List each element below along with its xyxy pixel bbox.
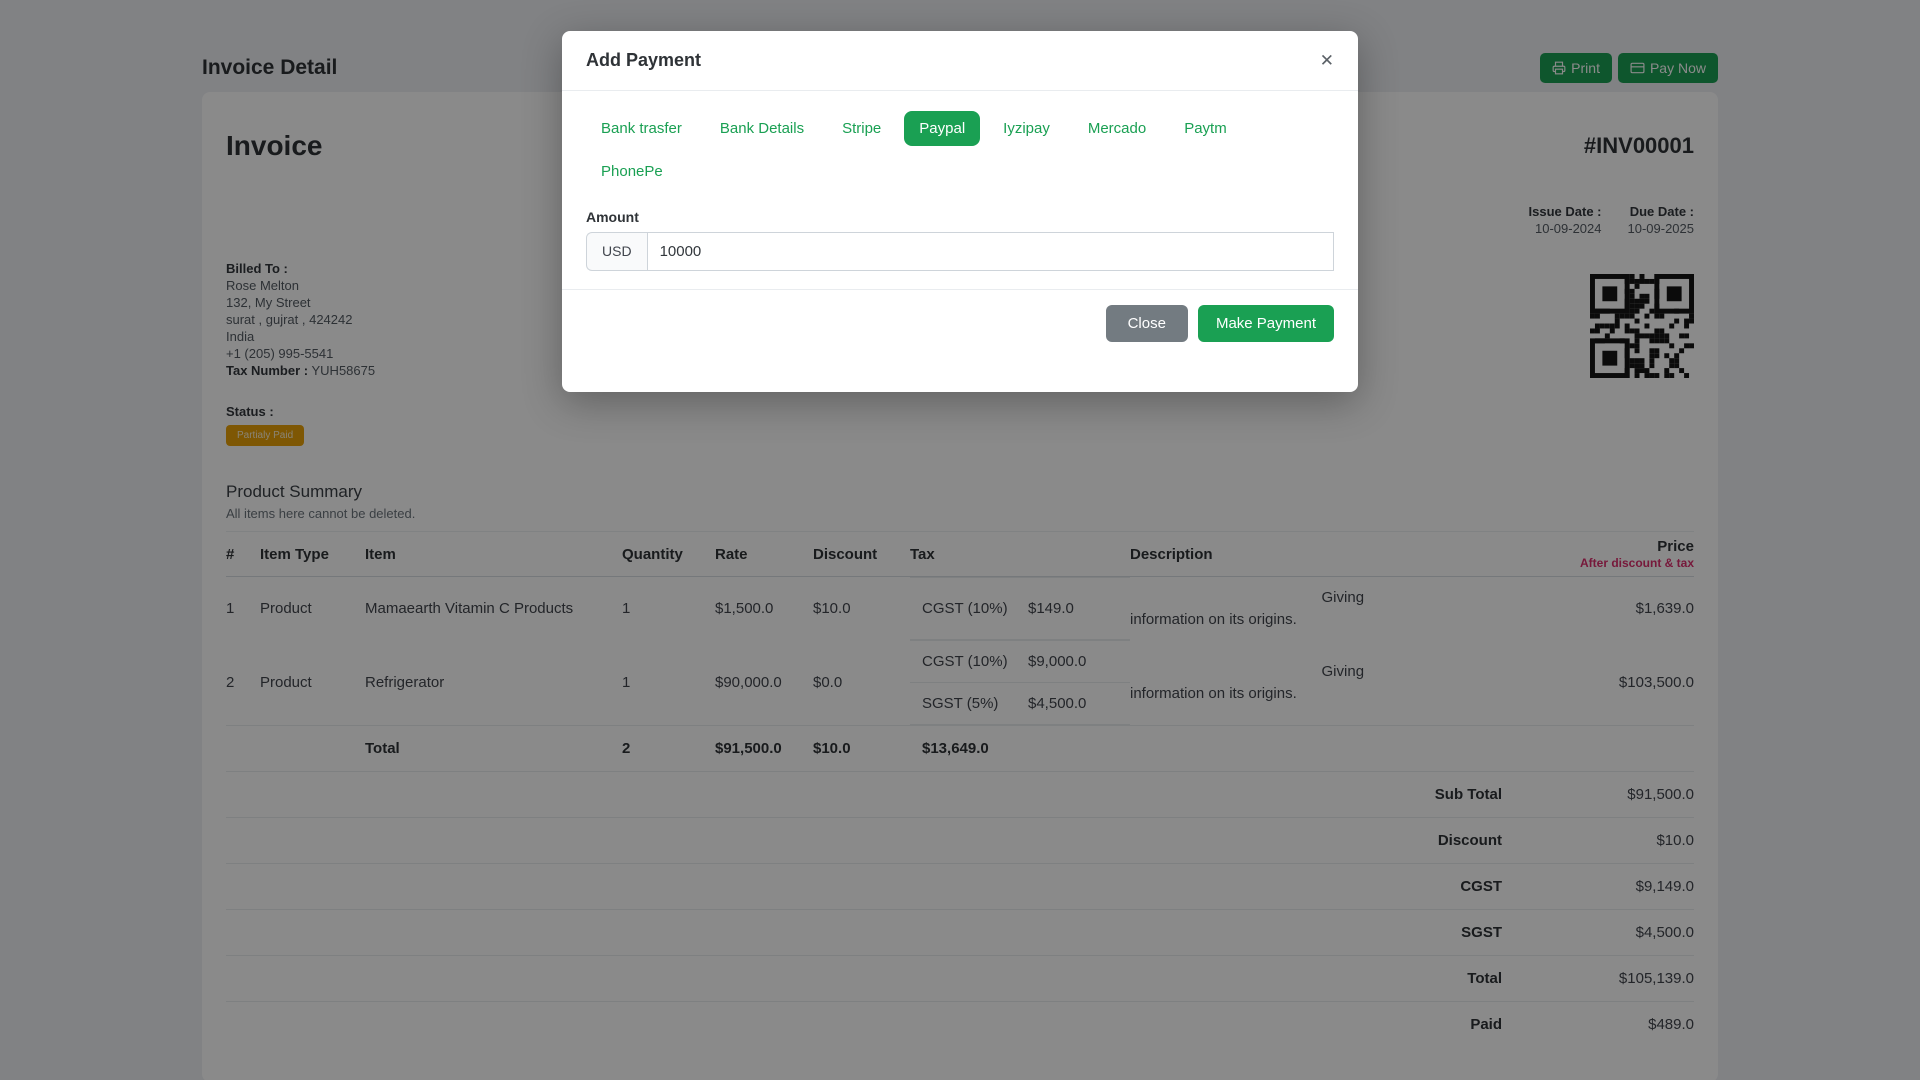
make-payment-button[interactable]: Make Payment: [1197, 305, 1334, 342]
tab-phonepe[interactable]: PhonePe: [586, 154, 678, 189]
tab-bank-details[interactable]: Bank Details: [705, 111, 819, 146]
payment-method-tabs: Bank trasfer Bank Details Stripe Paypal …: [586, 111, 1334, 189]
tab-paypal[interactable]: Paypal: [904, 111, 981, 146]
add-payment-modal: Add Payment ✕ Bank trasfer Bank Details …: [562, 31, 1358, 392]
tab-iyzipay[interactable]: Iyzipay: [988, 111, 1065, 146]
tab-stripe[interactable]: Stripe: [827, 111, 896, 146]
tab-mercado[interactable]: Mercado: [1073, 111, 1161, 146]
currency-prefix: USD: [586, 232, 647, 271]
tab-paytm[interactable]: Paytm: [1169, 111, 1242, 146]
close-icon[interactable]: ✕: [1320, 52, 1334, 69]
modal-title: Add Payment: [586, 50, 702, 70]
amount-label: Amount: [586, 209, 639, 225]
close-button[interactable]: Close: [1105, 305, 1188, 342]
amount-input[interactable]: [646, 232, 1334, 271]
tab-bank-transfer[interactable]: Bank trasfer: [586, 111, 697, 146]
